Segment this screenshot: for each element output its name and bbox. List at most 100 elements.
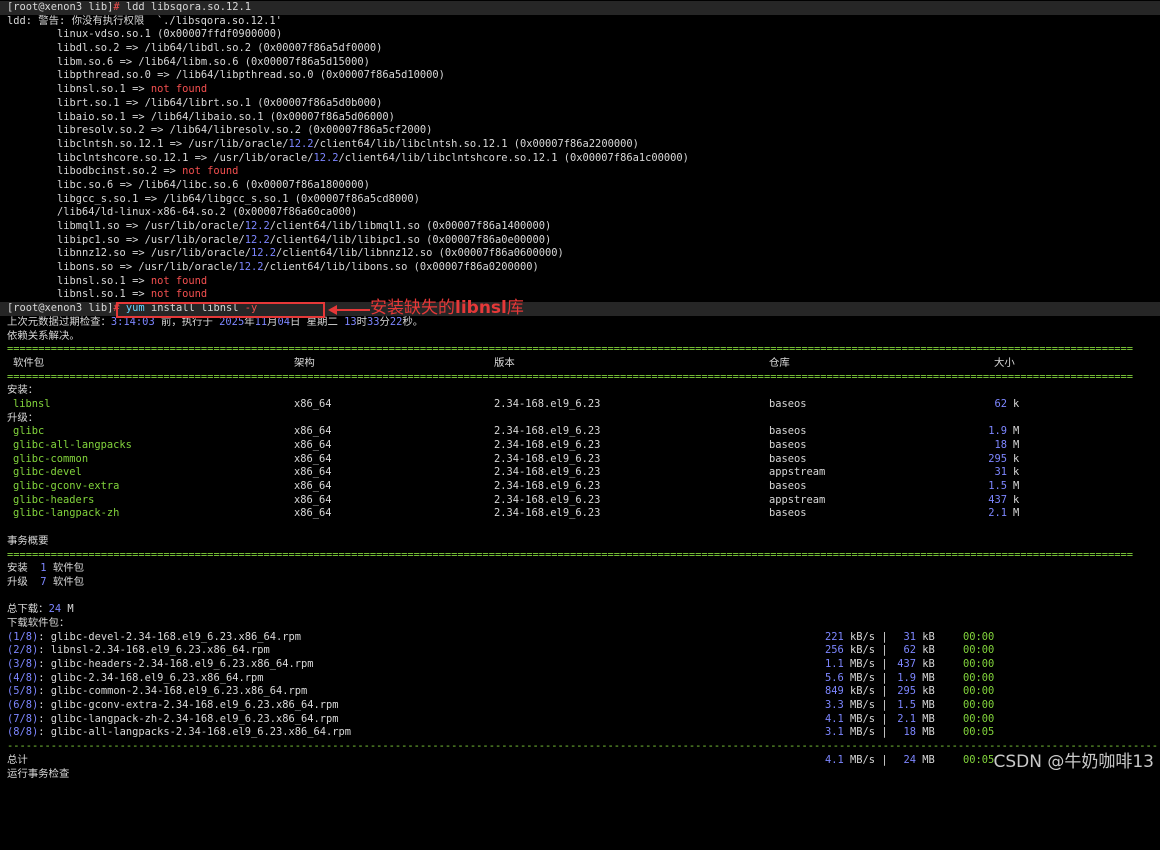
download-filename: : glibc-gconv-extra-2.34-168.el9_6.23.x8…	[38, 699, 339, 712]
lib-name: libdl.so.2	[57, 42, 120, 55]
ldd-warning: ldd: 警告: 你没有执行权限 `./libsqora.so.12.1'	[7, 14, 282, 27]
command: ldd libsqora.so.12.1	[125, 1, 252, 13]
load-address: (0x00007f86a5d06000)	[269, 110, 395, 123]
lib-path: /usr/lib/oracle/	[144, 220, 245, 232]
table-header: 软件包 架构 版本 仓库 大小	[7, 357, 1157, 371]
download-size-value: 31	[903, 630, 916, 643]
download-list: (1/8): glibc-devel-2.34-168.el9_6.23.x86…	[7, 631, 1157, 741]
load-address: (0x00007f86a5cf2000)	[307, 124, 433, 137]
package-size-unit: k	[1013, 452, 1020, 465]
ldd-entry: libons.so => /usr/lib/oracle/12.2/client…	[7, 261, 1157, 275]
install-label: 安装：	[7, 384, 39, 397]
load-address: (0x00007f86a0200000)	[413, 261, 539, 274]
ldd-entry: libnsl.so.1 => not found	[7, 288, 1157, 302]
summary-title: 事务概要	[7, 534, 49, 547]
download-speed-unit: kB/s	[843, 644, 876, 657]
download-size-value: 18	[903, 726, 916, 739]
lib-name: libclntsh.so.12.1	[57, 137, 164, 150]
header-package: 软件包	[13, 356, 45, 369]
load-address: (0x00007f86a5cd8000)	[294, 192, 420, 205]
download-size-value: 2.1	[897, 712, 916, 725]
lib-name: libnnz12.so	[57, 247, 126, 260]
total-time: 00:05	[963, 753, 995, 766]
package-version: 2.34-168.el9_6.23	[494, 452, 601, 465]
package-size: 31	[967, 466, 1007, 480]
arrow: =>	[132, 247, 145, 260]
terminal-output[interactable]: [root@xenon3 lib]# ldd libsqora.so.12.1 …	[0, 1, 1160, 781]
ldd-entry: libc.so.6 => /lib64/libc.so.6 (0x00007f8…	[7, 179, 1157, 193]
package-name: libnsl	[13, 397, 51, 410]
arrow: =>	[150, 124, 164, 137]
download-size-unit: MB	[916, 671, 935, 684]
download-index: (6/8)	[7, 699, 39, 712]
download-row: (1/8): glibc-devel-2.34-168.el9_6.23.x86…	[7, 631, 1157, 645]
package-size-unit: M	[1013, 480, 1020, 493]
download-speed: 849 kB/s |	[825, 685, 894, 698]
download-size-unit: kB	[916, 630, 935, 643]
download-speed: 1.1 MB/s |	[825, 658, 894, 670]
lib-path: /usr/lib/oracle/	[213, 151, 314, 164]
package-row: glibc-gconv-extra x86_64 2.34-168.el9_6.23…	[7, 480, 1157, 494]
package-version: 2.34-168.el9_6.23	[494, 507, 601, 520]
header-repo: 仓库	[769, 356, 790, 369]
download-speed: 5.6 MB/s |	[825, 671, 894, 684]
arrow: =>	[132, 274, 145, 287]
downloading-label: 下载软件包：	[7, 616, 70, 629]
download-time: 00:00	[963, 630, 995, 643]
download-size: 2.1	[891, 713, 916, 727]
download-index: (4/8)	[7, 671, 39, 684]
package-version: 2.34-168.el9_6.23	[494, 397, 601, 410]
package-name: glibc-common	[13, 452, 89, 465]
package-repo: baseos	[769, 480, 807, 493]
download-time: 00:00	[963, 671, 995, 684]
download-row: (5/8): glibc-common-2.34-168.el9_6.23.x8…	[7, 685, 1157, 699]
lib-name: /lib64/ld-linux-x86-64.so.2	[57, 206, 226, 219]
arrow: =>	[125, 42, 139, 55]
header-arch: 架构	[294, 356, 315, 369]
ldd-entry: libnnz12.so => /usr/lib/oracle/12.2/clie…	[7, 247, 1157, 261]
lib-name: libodbcinst.so.2	[57, 165, 158, 178]
summary-install-label: 安装	[7, 562, 41, 575]
metadata-label: 上次元数据过期检查：	[7, 315, 111, 328]
download-size: 1.5	[891, 699, 916, 713]
lib-path: /usr/lib/oracle/	[138, 261, 239, 274]
download-time: 00:00	[963, 699, 995, 712]
package-size-unit: k	[1013, 493, 1020, 506]
annotation-text: 库	[506, 298, 524, 318]
ldd-entry: linux-vdso.so.1 (0x00007ffdf0900000)	[7, 28, 1157, 42]
ldd-entry: libclntshcore.so.12.1 => /usr/lib/oracle…	[7, 152, 1157, 166]
oracle-version: 12.2	[288, 137, 314, 150]
package-version: 2.34-168.el9_6.23	[494, 425, 601, 438]
not-found: not found	[182, 165, 239, 178]
watermark: CSDN @牛奶咖啡13	[993, 752, 1154, 773]
package-row: glibc-headers x86_64 2.34-168.el9_6.23 apps…	[7, 494, 1157, 508]
package-row: libnsl x86_64 2.34-168.el9_6.23 baseos 62 k	[7, 398, 1157, 412]
download-filename: : glibc-headers-2.34-168.el9_6.23.x86_64…	[38, 658, 314, 670]
download-index: (7/8)	[7, 712, 39, 725]
load-address: (0x00007f86a1c00000)	[563, 151, 689, 164]
arrow: =>	[119, 261, 133, 274]
download-speed-unit: kB/s	[843, 630, 876, 643]
arrow: =>	[169, 137, 183, 150]
download-size-unit: MB	[916, 726, 935, 739]
lib-name: linux-vdso.so.1	[57, 28, 151, 41]
package-size-unit: M	[1013, 439, 1020, 451]
upgrade-package-list: glibc x86_64 2.34-168.el9_6.23 baseos 1.9 Mgl…	[7, 425, 1157, 521]
package-size: 1.5	[967, 480, 1007, 494]
prompt: [root@xenon3 lib]	[7, 1, 114, 13]
package-arch: x86_64	[294, 466, 332, 479]
lib-path: /usr/lib/oracle/	[188, 137, 289, 150]
lib-name: libc.so.6	[57, 178, 114, 191]
download-size: 437	[891, 658, 916, 672]
metadata-hour: 13	[344, 315, 357, 328]
separator-eq: ========================================…	[7, 370, 1134, 383]
download-filename: : libnsl-2.34-168.el9_6.23.x86_64.rpm	[38, 644, 270, 657]
load-address: (0x00007f86a2200000)	[513, 137, 639, 150]
download-size: 295	[891, 685, 916, 699]
package-size: 18	[967, 439, 1007, 453]
annotation-bold: libnsl	[455, 298, 507, 318]
lib-path-rest: /client64/lib/libmql1.so	[269, 220, 420, 232]
package-size: 62	[967, 398, 1007, 412]
download-size-value: 295	[897, 685, 916, 698]
load-address: (0x00007f86a1400000)	[426, 220, 552, 232]
